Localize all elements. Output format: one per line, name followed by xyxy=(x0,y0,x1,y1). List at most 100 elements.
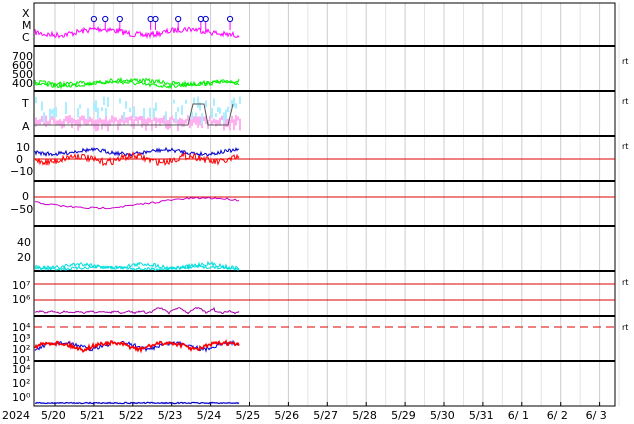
ta-a-bar xyxy=(139,115,141,121)
panel-marker: rt xyxy=(622,323,629,332)
ta-a-bar xyxy=(235,115,237,126)
ta-t-bar xyxy=(133,106,135,118)
ta-t-bar xyxy=(155,102,157,111)
ta-a-bar xyxy=(231,115,233,123)
x-tick-label: 6/ 3 xyxy=(585,409,607,422)
ta-a-bar xyxy=(81,115,83,121)
y-tick-label: 10⁰ xyxy=(12,391,31,404)
ta-a-bar xyxy=(215,119,217,127)
ta-a-bar xyxy=(213,118,215,124)
ta-t-bar xyxy=(87,108,89,120)
y-tick-label: −50 xyxy=(10,203,34,216)
ta-t-bar xyxy=(49,108,51,120)
ta-t-bar xyxy=(55,107,57,117)
ta-t-bar xyxy=(41,101,43,111)
ta-a-bar xyxy=(193,116,195,123)
ta-t-bar xyxy=(79,104,81,109)
ta-t-bar xyxy=(219,107,221,114)
x-tick-label: 5/26 xyxy=(274,409,300,422)
ta-a-bar xyxy=(49,118,51,125)
ta-t-bar xyxy=(53,108,55,118)
panel-marker: rt xyxy=(622,57,629,66)
ta-a-bar xyxy=(195,115,197,125)
dst-series xyxy=(34,196,240,210)
x-tick-label: 5/31 xyxy=(468,409,494,422)
ta-a-bar xyxy=(171,115,173,120)
y-label-x: X xyxy=(22,7,30,20)
ta-t-bar xyxy=(123,111,125,121)
y-tick-label: 10² xyxy=(12,377,31,390)
panel-marker: rt xyxy=(622,142,629,151)
ta-a-bar xyxy=(239,118,241,131)
ta-a-bar xyxy=(111,115,113,123)
ta-a-bar xyxy=(211,120,213,125)
ta-a-bar xyxy=(51,115,53,120)
ta-a-bar xyxy=(41,115,43,123)
ta-a-bar xyxy=(115,117,117,122)
ta-a-bar xyxy=(179,117,181,125)
x-tick-label: 5/29 xyxy=(391,409,416,422)
ta-t-bar xyxy=(239,96,241,104)
ta-t-bar xyxy=(101,107,103,112)
chart-area xyxy=(33,2,620,407)
ta-t-bar xyxy=(177,107,179,112)
ta-a-bar xyxy=(209,116,211,121)
imf-bt-series xyxy=(34,146,240,158)
ta-a-bar xyxy=(73,118,75,124)
ta-t-bar xyxy=(197,96,199,108)
ta-t-bar xyxy=(95,100,97,112)
ta-a-bar xyxy=(63,118,65,128)
ta-a-bar xyxy=(71,117,73,129)
ta-t-bar xyxy=(211,107,213,119)
x-tick-label: 5/24 xyxy=(196,409,222,422)
ta-a-bar xyxy=(169,117,171,129)
flare-event-marker xyxy=(102,15,109,23)
plot-frame xyxy=(33,2,616,407)
ta-a-bar xyxy=(79,116,81,128)
ta-t-bar xyxy=(193,97,195,104)
ta-a-bar xyxy=(217,120,219,126)
ta-t-bar xyxy=(97,107,99,119)
y-tick-label: 0 xyxy=(16,153,23,166)
ta-a-bar xyxy=(53,117,55,124)
panel-marker: rt xyxy=(622,278,629,287)
y-tick-label: 40 xyxy=(17,236,31,249)
ta-a-bar xyxy=(197,116,199,128)
ta-t-bar xyxy=(213,98,215,106)
ta-a-bar xyxy=(221,115,223,121)
ta-a-bar xyxy=(147,117,149,125)
ta-t-bar xyxy=(129,107,131,113)
ta-a-bar xyxy=(129,116,131,121)
x-year-label: 2024 xyxy=(2,409,30,422)
ta-t-bar xyxy=(195,112,197,117)
ta-a-bar xyxy=(99,117,101,124)
ta-a-bar xyxy=(65,116,67,122)
ta-t-bar xyxy=(175,111,177,123)
ta-a-bar xyxy=(93,120,95,129)
y-tick-label: 0 xyxy=(22,190,29,203)
ta-t-bar xyxy=(173,99,175,104)
ta-t-bar xyxy=(103,96,105,106)
ta-a-bar xyxy=(127,117,129,124)
ta-a-bar xyxy=(113,116,115,124)
ta-t-bar xyxy=(35,96,37,104)
ta-t-bar xyxy=(43,112,45,123)
flare-event-marker xyxy=(175,15,182,23)
ta-a-bar xyxy=(37,120,39,125)
ta-a-bar xyxy=(173,118,175,123)
ta-a-bar xyxy=(39,118,41,125)
ta-t-bar xyxy=(153,107,155,118)
ta-a-bar xyxy=(155,117,157,129)
ta-t-bar xyxy=(149,107,151,117)
ta-t-bar xyxy=(223,112,225,124)
ta-a-bar xyxy=(141,115,143,128)
ta-a-bar xyxy=(67,115,69,125)
ta-a-bar xyxy=(89,116,91,123)
ta-a-bar xyxy=(69,115,71,124)
y-label-c: C xyxy=(22,31,30,44)
y-tick-label: 10 xyxy=(16,141,30,154)
y-label-t: T xyxy=(22,97,29,110)
ta-t-bar xyxy=(215,113,217,118)
x-tick-label: 5/20 xyxy=(41,409,66,422)
ta-a-bar xyxy=(185,119,187,124)
